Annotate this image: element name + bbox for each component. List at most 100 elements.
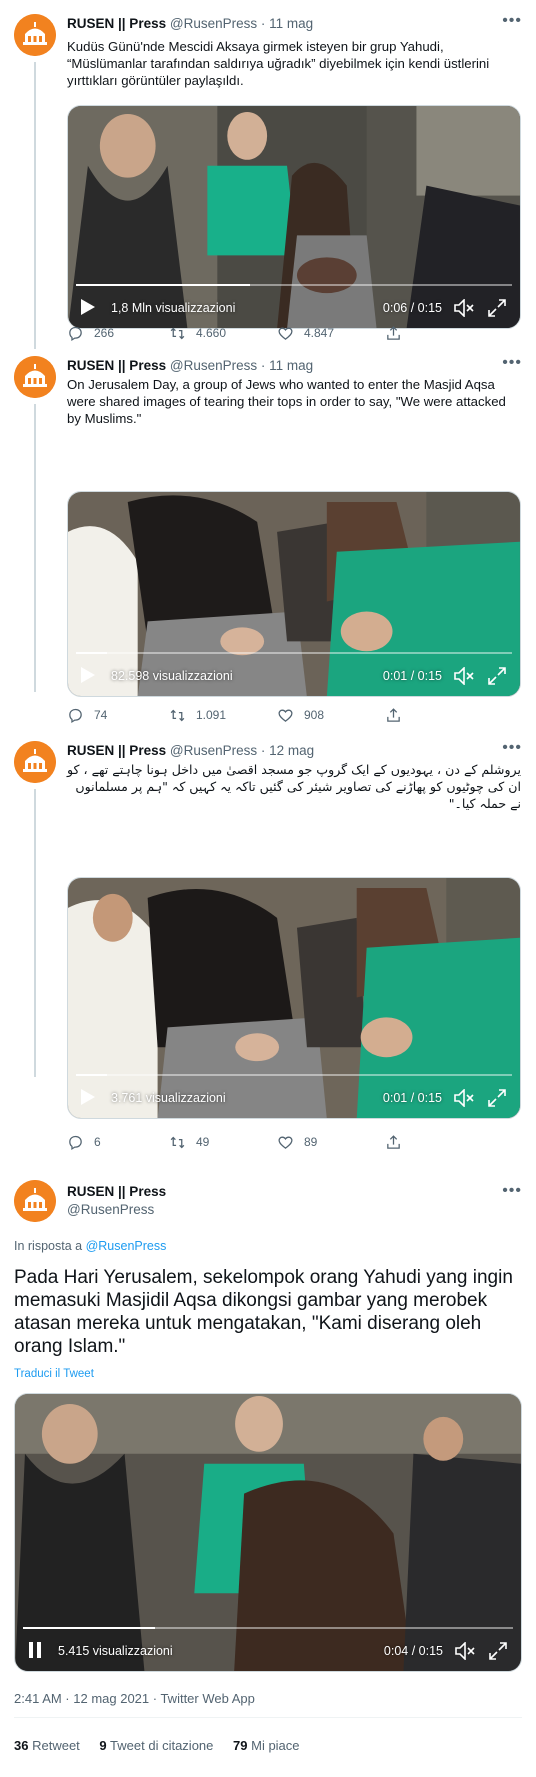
author-name[interactable]: RUSEN || Press <box>67 743 166 758</box>
share-icon <box>385 325 402 342</box>
video-time: 0:06 / 0:15 <box>382 301 442 315</box>
heart-icon <box>277 1134 294 1151</box>
video-progress[interactable] <box>76 284 512 286</box>
tweet-1[interactable]: RUSEN || Press @RusenPress · 11 mag ••• … <box>0 12 536 349</box>
heart-icon <box>277 325 294 342</box>
author-handle[interactable]: @RusenPress <box>67 1202 154 1217</box>
tweet-header: RUSEN || Press @RusenPress · 11 mag <box>67 356 313 376</box>
mute-icon[interactable] <box>455 1642 475 1660</box>
like-button[interactable]: 908 <box>277 706 324 724</box>
reply-button[interactable]: 266 <box>67 324 114 342</box>
reply-icon <box>67 1134 84 1151</box>
pause-icon[interactable] <box>27 1641 43 1659</box>
tweet-date[interactable]: 12 mag <box>269 743 314 758</box>
reply-to-link[interactable]: @RusenPress <box>86 1239 167 1253</box>
video-frame <box>15 1394 521 1671</box>
reply-prefix: In risposta a <box>14 1239 83 1253</box>
retweet-stat-label: Retweet <box>32 1738 80 1753</box>
tweet-date[interactable]: 11 mag <box>269 16 313 31</box>
translate-link[interactable]: Traduci il Tweet <box>14 1368 94 1380</box>
play-icon[interactable] <box>80 298 96 316</box>
reply-count: 74 <box>94 708 108 722</box>
avatar[interactable] <box>14 356 56 398</box>
separator-dot: · <box>260 358 266 373</box>
view-count: 3.761 visualizzazioni <box>111 1091 226 1105</box>
tweet-text: On Jerusalem Day, a group of Jews who wa… <box>67 377 506 426</box>
like-stat-label: Mi piace <box>251 1738 300 1753</box>
author-handle[interactable]: @RusenPress <box>170 16 257 31</box>
quote-stat-count: 9 <box>99 1738 107 1753</box>
tweet-3[interactable]: RUSEN || Press @RusenPress · 12 mag ••• … <box>0 739 536 1071</box>
retweet-icon <box>169 707 186 724</box>
share-icon <box>385 707 402 724</box>
tweet-date[interactable]: 11 mag <box>269 358 313 373</box>
tweet-actions: 266 4.660 4.847 <box>67 324 521 342</box>
more-icon[interactable]: ••• <box>502 12 522 30</box>
like-stat[interactable]: 79 Mi piace <box>233 1738 300 1753</box>
more-icon[interactable]: ••• <box>502 354 522 372</box>
tweet-text: Kudüs Günü'nde Mescidi Aksaya girmek ist… <box>67 39 490 88</box>
retweet-button[interactable]: 4.660 <box>169 324 226 342</box>
video-progress-fill <box>76 1074 107 1076</box>
like-button[interactable]: 4.847 <box>277 324 334 342</box>
like-count: 89 <box>304 1135 318 1149</box>
author-handle[interactable]: @RusenPress <box>170 743 257 758</box>
author-handle[interactable]: @RusenPress <box>170 358 257 373</box>
more-icon[interactable]: ••• <box>502 739 522 757</box>
author-name[interactable]: RUSEN || Press <box>67 358 166 373</box>
mute-icon[interactable] <box>454 1089 474 1107</box>
video-player[interactable]: 3.761 visualizzazioni 0:01 / 0:15 <box>67 877 521 1119</box>
avatar[interactable] <box>14 14 56 56</box>
view-count: 5.415 visualizzazioni <box>58 1644 173 1658</box>
more-icon[interactable]: ••• <box>502 1182 522 1200</box>
tweet-handle-row: @RusenPress <box>67 1200 154 1220</box>
view-count: 82.598 visualizzazioni <box>111 669 233 683</box>
reply-button[interactable]: 6 <box>67 1133 101 1151</box>
tweet-header: RUSEN || Press @RusenPress · 12 mag <box>67 741 314 761</box>
video-time: 0:04 / 0:15 <box>383 1644 443 1658</box>
tweet-text: Pada Hari Yerusalem, sekelompok orang Ya… <box>14 1267 513 1357</box>
tweet-header: RUSEN || Press <box>67 1182 166 1202</box>
video-player[interactable]: 82.598 visualizzazioni 0:01 / 0:15 <box>67 491 521 697</box>
reply-count: 6 <box>94 1135 101 1149</box>
author-name[interactable]: RUSEN || Press <box>67 1184 166 1199</box>
fullscreen-icon[interactable] <box>489 1642 507 1660</box>
retweet-icon <box>169 325 186 342</box>
mute-icon[interactable] <box>454 299 474 317</box>
play-icon[interactable] <box>80 1088 96 1106</box>
like-button[interactable]: 89 <box>277 1133 317 1151</box>
quote-stat[interactable]: 9 Tweet di citazione <box>99 1738 213 1753</box>
avatar[interactable] <box>14 741 56 783</box>
video-progress[interactable] <box>76 1074 512 1076</box>
retweet-button[interactable]: 49 <box>169 1133 209 1151</box>
avatar[interactable] <box>14 1180 56 1222</box>
fullscreen-icon[interactable] <box>488 1089 506 1107</box>
reply-count: 266 <box>94 326 115 340</box>
retweet-count: 49 <box>196 1135 210 1149</box>
video-frame <box>68 492 520 696</box>
like-count: 908 <box>304 708 325 722</box>
share-button[interactable] <box>385 324 402 342</box>
video-time: 0:01 / 0:15 <box>382 1091 442 1105</box>
retweet-button[interactable]: 1.091 <box>169 706 226 724</box>
video-progress[interactable] <box>76 652 512 654</box>
reply-context: In risposta a @RusenPress <box>14 1239 166 1253</box>
retweet-stat[interactable]: 36 Retweet <box>14 1738 80 1753</box>
fullscreen-icon[interactable] <box>488 667 506 685</box>
share-button[interactable] <box>385 706 402 724</box>
tweet-2[interactable]: RUSEN || Press @RusenPress · 11 mag ••• … <box>0 354 536 686</box>
video-player[interactable]: 1,8 Mln visualizzazioni 0:06 / 0:15 <box>67 105 521 329</box>
tweet-timestamp[interactable]: 2:41 AM · 12 mag 2021 · Twitter Web App <box>14 1691 255 1706</box>
mute-icon[interactable] <box>454 667 474 685</box>
tweet-header: RUSEN || Press @RusenPress · 11 mag <box>67 14 313 34</box>
play-icon[interactable] <box>80 666 96 684</box>
share-icon <box>385 1134 402 1151</box>
fullscreen-icon[interactable] <box>488 299 506 317</box>
reply-button[interactable]: 74 <box>67 706 107 724</box>
author-name[interactable]: RUSEN || Press <box>67 16 166 31</box>
retweet-icon <box>169 1134 186 1151</box>
share-button[interactable] <box>385 1133 402 1151</box>
video-progress[interactable] <box>23 1627 513 1629</box>
video-progress-fill <box>23 1627 156 1629</box>
video-player[interactable]: 5.415 visualizzazioni 0:04 / 0:15 <box>14 1393 522 1672</box>
